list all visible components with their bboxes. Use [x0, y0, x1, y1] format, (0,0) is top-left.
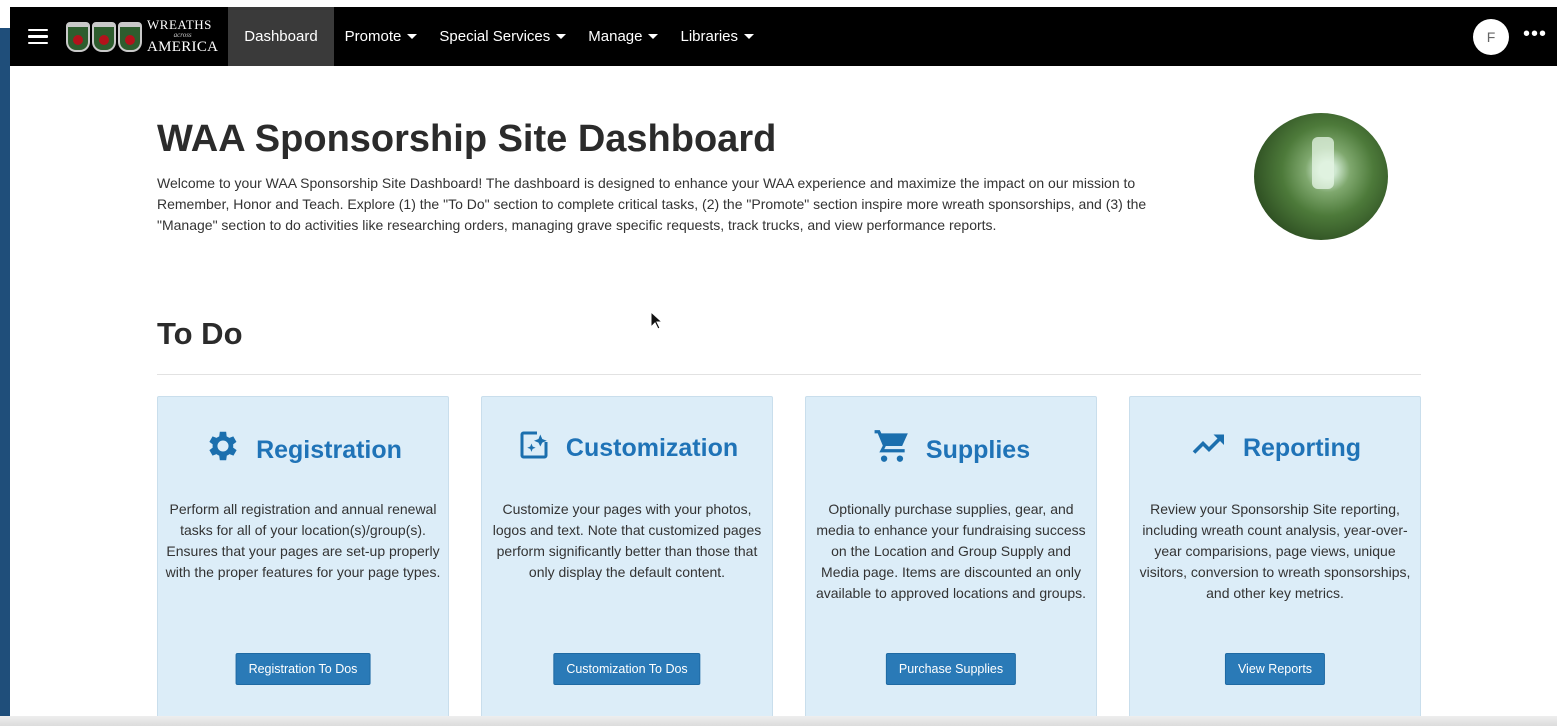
- card-description: Review your Sponsorship Site reporting, …: [1139, 501, 1411, 601]
- nav-libraries-label: Libraries: [680, 28, 739, 45]
- logo-line-america: AMERICA: [147, 39, 219, 55]
- user-avatar[interactable]: F: [1472, 18, 1509, 55]
- nav-libraries[interactable]: Libraries: [669, 7, 765, 66]
- card-title: Registration: [256, 436, 402, 464]
- nav-promote-label: Promote: [344, 28, 402, 45]
- nav-special-services[interactable]: Special Services: [428, 7, 577, 66]
- purchase-supplies-button[interactable]: Purchase Supplies: [885, 653, 1017, 685]
- nav-dashboard[interactable]: Dashboard: [228, 7, 334, 66]
- background-window-edge: [0, 28, 10, 718]
- intro-text: Welcome to your WAA Sponsorship Site Das…: [157, 175, 1147, 233]
- supplies-card: Supplies Optionally purchase supplies, g…: [805, 396, 1097, 718]
- card-header: Registration: [158, 427, 448, 465]
- page-title: WAA Sponsorship Site Dashboard: [157, 118, 777, 160]
- caret-down-icon: [744, 34, 755, 39]
- nav-dashboard-label: Dashboard: [244, 28, 318, 45]
- mouse-cursor-icon: [650, 311, 664, 330]
- card-title: Reporting: [1242, 434, 1362, 462]
- nav-manage-label: Manage: [588, 28, 643, 45]
- navbar-right: F •••: [1472, 18, 1557, 55]
- wreath-icon: [92, 21, 116, 52]
- card-description: Optionally purchase supplies, gear, and …: [815, 501, 1087, 601]
- card-title: Customization: [565, 434, 739, 462]
- nav-special-services-label: Special Services: [439, 28, 551, 45]
- card-title: Supplies: [925, 436, 1031, 464]
- section-divider: [157, 374, 1421, 375]
- shopping-cart-icon: [872, 427, 912, 465]
- wreath-icon: [118, 21, 142, 52]
- gear-icon: [204, 427, 242, 465]
- top-navbar: WREATHS across AMERICA Dashboard Promote…: [10, 7, 1557, 66]
- reporting-card: Reporting Review your Sponsorship Site r…: [1129, 396, 1421, 718]
- caret-down-icon: [556, 34, 567, 39]
- to-do-heading: To Do: [157, 316, 243, 351]
- logo-text: WREATHS across AMERICA: [147, 18, 218, 55]
- card-description: Customize your pages with your photos, l…: [492, 501, 762, 580]
- trending-up-icon: [1189, 427, 1229, 463]
- customization-to-dos-button[interactable]: Customization To Dos: [553, 653, 701, 685]
- card-description: Perform all registration and annual rene…: [165, 501, 441, 580]
- caret-down-icon: [648, 34, 659, 39]
- logo-line-wreaths: WREATHS: [147, 17, 212, 32]
- customize-image-icon: [516, 427, 552, 463]
- wreaths-across-america-logo[interactable]: WREATHS across AMERICA: [66, 7, 228, 66]
- customization-card: Customization Customize your pages with …: [481, 396, 773, 718]
- card-header: Supplies: [806, 427, 1096, 465]
- logo-line-across: across: [173, 31, 192, 39]
- nav-manage[interactable]: Manage: [577, 7, 669, 66]
- registration-to-dos-button[interactable]: Registration To Dos: [235, 653, 371, 685]
- view-reports-button[interactable]: View Reports: [1224, 653, 1326, 685]
- registration-card: Registration Perform all registration an…: [157, 396, 449, 718]
- dog-tag-photo: [1254, 113, 1388, 240]
- card-header: Reporting: [1130, 427, 1420, 463]
- nav-promote[interactable]: Promote: [334, 7, 429, 66]
- to-do-cards: Registration Perform all registration an…: [157, 396, 1421, 718]
- wreath-emblems: [66, 21, 142, 52]
- window-top-edge: [0, 0, 1557, 7]
- card-header: Customization: [482, 427, 772, 463]
- caret-down-icon: [407, 34, 418, 39]
- more-dots-icon[interactable]: •••: [1523, 24, 1547, 50]
- hamburger-menu-icon[interactable]: [10, 7, 66, 66]
- wreath-icon: [66, 21, 90, 52]
- window-bottom-edge: [0, 716, 1557, 726]
